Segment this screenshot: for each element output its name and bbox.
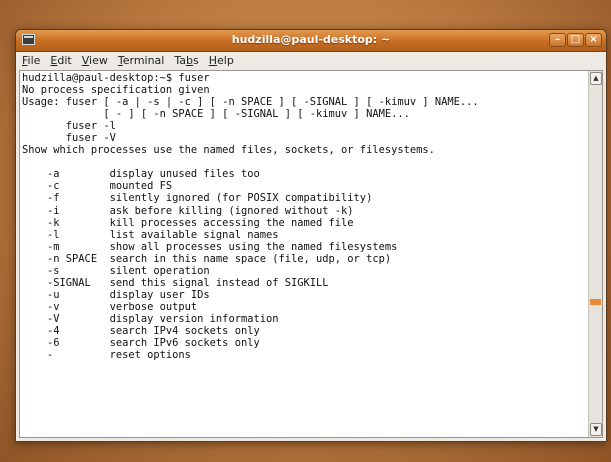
terminal-line: fuser -V bbox=[22, 132, 116, 145]
vertical-scrollbar[interactable]: ▲ ▼ bbox=[588, 71, 602, 437]
menu-edit[interactable]: Edit bbox=[45, 52, 76, 67]
menu-view[interactable]: View bbox=[77, 52, 113, 67]
terminal-line: - reset options bbox=[22, 349, 191, 362]
menu-help[interactable]: Help bbox=[204, 52, 239, 67]
terminal-line: -u display user IDs bbox=[22, 288, 210, 301]
menu-terminal[interactable]: Terminal bbox=[113, 52, 170, 67]
terminal-line: -m show all processes using the named fi… bbox=[22, 240, 398, 253]
terminal-line: -SIGNAL send this signal instead of SIGK… bbox=[22, 276, 329, 289]
close-button[interactable]: × bbox=[585, 33, 602, 47]
terminal-line: -v verbose output bbox=[22, 300, 198, 313]
terminal-window: hudzilla@paul-desktop: ~ – □ × File Edit V… bbox=[15, 29, 607, 442]
scrollbar-marker bbox=[590, 299, 601, 305]
scroll-down-arrow-icon[interactable]: ▼ bbox=[590, 423, 602, 436]
title-bar[interactable]: hudzilla@paul-desktop: ~ – □ × bbox=[16, 30, 606, 52]
terminal-line: -i ask before killing (ignored without -… bbox=[22, 204, 354, 217]
terminal-line: -4 search IPv4 sockets only bbox=[22, 324, 260, 337]
terminal-line: -6 search IPv6 sockets only bbox=[22, 337, 260, 350]
scroll-up-arrow-icon[interactable]: ▲ bbox=[590, 72, 602, 85]
terminal-line: -n SPACE search in this name space (file… bbox=[22, 252, 392, 265]
terminal-line: -s silent operation bbox=[22, 264, 210, 277]
terminal-line: fuser -l bbox=[22, 120, 116, 133]
minimize-button[interactable]: – bbox=[549, 33, 566, 47]
menu-tabs[interactable]: Tabs bbox=[169, 52, 203, 67]
terminal-line: -a display unused files too bbox=[22, 168, 260, 181]
maximize-button[interactable]: □ bbox=[567, 33, 584, 47]
menu-bar: File Edit View Terminal Tabs Help bbox=[16, 52, 606, 70]
terminal-line: -k kill processes accessing the named fi… bbox=[22, 216, 354, 229]
terminal-line: Show which processes use the named files… bbox=[22, 144, 435, 157]
terminal-area[interactable]: hudzilla@paul-desktop:~$ fuser No process… bbox=[19, 70, 603, 438]
terminal-line: -c mounted FS bbox=[22, 180, 173, 193]
terminal-line: [ - ] [ -n SPACE ] [ -SIGNAL ] [ -kimuv … bbox=[22, 108, 410, 121]
terminal-line: -f silently ignored (for POSIX compatibi… bbox=[22, 192, 373, 205]
menu-file[interactable]: File bbox=[16, 52, 45, 67]
terminal-line: -l list available signal names bbox=[22, 228, 279, 241]
terminal-line: -V display version information bbox=[22, 312, 279, 325]
terminal-line: hudzilla@paul-desktop:~$ fuser bbox=[22, 72, 210, 84]
terminal-line: Usage: fuser [ -a | -s | -c ] [ -n SPACE… bbox=[22, 96, 479, 109]
terminal-line: No process specification given bbox=[22, 84, 210, 97]
terminal-output[interactable]: hudzilla@paul-desktop:~$ fuser No process… bbox=[22, 72, 586, 437]
window-title: hudzilla@paul-desktop: ~ bbox=[231, 33, 391, 46]
